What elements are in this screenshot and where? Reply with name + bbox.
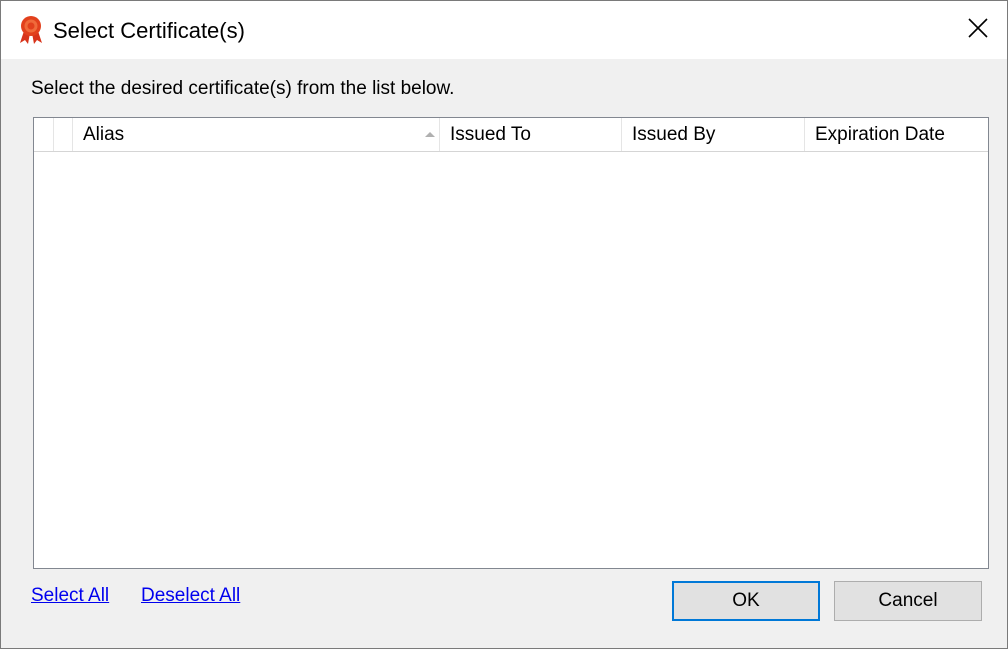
cancel-button[interactable]: Cancel <box>834 581 982 621</box>
column-header-expiration-date[interactable]: Expiration Date <box>805 118 988 151</box>
select-all-link[interactable]: Select All <box>31 585 109 607</box>
column-header-issued-to[interactable]: Issued To <box>440 118 622 151</box>
certificate-table[interactable]: Alias Issued To Issued By Expiration Dat… <box>33 117 989 569</box>
close-icon <box>968 17 988 43</box>
dialog-title: Select Certificate(s) <box>53 18 245 43</box>
title-bar: Select Certificate(s) <box>1 1 1007 59</box>
column-header-issued-by[interactable]: Issued By <box>622 118 805 151</box>
ok-button[interactable]: OK <box>672 581 820 621</box>
close-button[interactable] <box>949 1 1007 59</box>
table-body[interactable] <box>34 152 988 568</box>
certificate-ribbon-icon <box>17 15 45 45</box>
column-header-checkbox[interactable] <box>54 118 73 151</box>
column-header-blank-1[interactable] <box>34 118 54 151</box>
deselect-all-link[interactable]: Deselect All <box>141 585 240 607</box>
column-header-alias[interactable]: Alias <box>73 118 440 151</box>
select-certificates-dialog: Select Certificate(s) Select the desired… <box>0 0 1008 649</box>
instruction-text: Select the desired certificate(s) from t… <box>31 78 455 99</box>
table-header: Alias Issued To Issued By Expiration Dat… <box>34 118 988 152</box>
column-header-label: Alias <box>83 124 125 145</box>
sort-ascending-icon <box>425 132 435 137</box>
